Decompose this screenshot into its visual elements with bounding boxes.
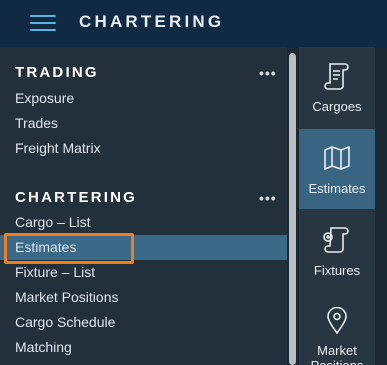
quick-item-label: Fixtures [313,263,361,278]
menu-item-exposure[interactable]: Exposure [0,86,287,111]
quick-access-bar: Cargoes Estimates Fixtures Market P [299,47,387,365]
section-title-trading: TRADING [15,64,99,81]
menu-item-cargo-list[interactable]: Cargo – List [0,210,287,235]
top-bar: CHARTERING [0,0,387,47]
section-title-chartering: CHARTERING [15,189,137,206]
quick-item-cargoes[interactable]: Cargoes [299,47,375,127]
menu-scrollbar-thumb[interactable] [289,53,296,365]
right-panel-edge [375,47,387,365]
chartering-more-options-icon[interactable]: ••• [259,190,277,206]
trading-more-options-icon[interactable]: ••• [259,65,277,81]
menu-item-freight-matrix[interactable]: Freight Matrix [0,136,287,161]
fixture-scroll-icon [322,225,352,255]
menu-item-trades[interactable]: Trades [0,111,287,136]
quick-item-fixtures[interactable]: Fixtures [299,211,375,291]
location-pin-icon [322,307,352,335]
menu-item-market-positions[interactable]: Market Positions [0,285,287,310]
menu-item-cargo-schedule[interactable]: Cargo Schedule [0,310,287,335]
map-icon [322,143,352,173]
quick-item-label: Estimates [308,181,366,196]
menu-item-fixture-list[interactable]: Fixture – List [0,260,287,285]
menu-item-estimates[interactable]: Estimates [0,235,287,260]
quick-item-market-positions[interactable]: Market Positions [299,293,375,365]
quick-item-estimates[interactable]: Estimates [299,129,375,209]
quick-item-label: Cargoes [312,99,362,114]
quick-item-label: Market Positions [311,343,364,365]
navigation-menu: TRADING ••• Exposure Trades Freight Matr… [0,47,287,365]
menu-item-matching[interactable]: Matching [0,335,287,360]
hamburger-menu-icon[interactable] [30,15,56,32]
app-title: CHARTERING [79,12,225,31]
scroll-icon [322,61,352,91]
